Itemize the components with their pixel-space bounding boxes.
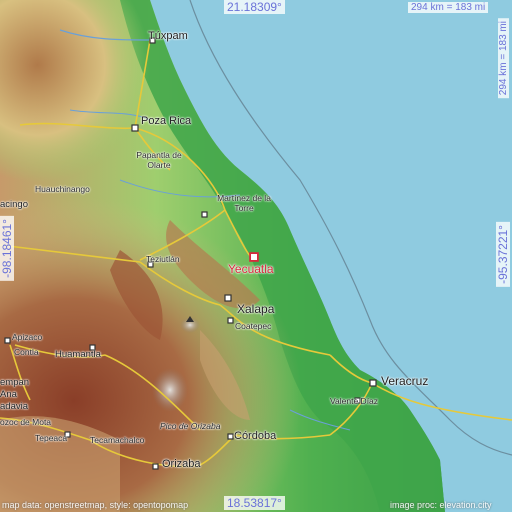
- town-label: Papantla de Olarte: [136, 150, 182, 170]
- town-label: Valente Díaz: [330, 396, 379, 406]
- city-label: Ana: [0, 389, 17, 400]
- city-label: Veracruz: [381, 374, 429, 388]
- town-label: Martínez de la Torre: [217, 193, 271, 213]
- town-label: Coatepec: [235, 321, 272, 331]
- city-label: Orizaba: [162, 458, 201, 470]
- map-view[interactable]: Túxpam Poza Rica Papantla de Olarte Huau…: [0, 0, 512, 512]
- coord-top: 21.18309°: [224, 0, 285, 14]
- attribution-right: image proc: elevation.city: [390, 500, 492, 510]
- city-label: Poza Rica: [141, 115, 192, 127]
- town-label: Contla: [14, 347, 39, 357]
- city-label: Túxpam: [148, 30, 188, 42]
- town-label: Apizaco: [12, 332, 43, 342]
- scale-top: 294 km = 183 mi: [408, 2, 489, 13]
- location-pin[interactable]: [250, 253, 258, 261]
- city-label: empan: [0, 377, 30, 388]
- attribution-left: map data: openstreetmap, style: opentopo…: [2, 500, 189, 510]
- town-label: Huauchinango: [35, 184, 90, 194]
- peak-label: Pico de Orizaba: [160, 421, 221, 431]
- city-label: acingo: [0, 199, 28, 210]
- scale-right: 294 km = 183 mi: [498, 18, 509, 99]
- city-label: adavia: [0, 401, 28, 412]
- coord-bottom: 18.53817°: [224, 496, 285, 510]
- town-label: Tepeaca: [35, 433, 68, 443]
- town-label: Teziutlán: [146, 254, 180, 264]
- city-label: Huamantla: [55, 349, 101, 360]
- highlight-label: Yecuatla: [228, 262, 274, 276]
- town-label: Tecamachalco: [90, 435, 145, 445]
- coord-right: -95.37221°: [496, 222, 510, 287]
- coord-left: -98.18461°: [0, 216, 14, 281]
- city-label: Xalapa: [237, 302, 275, 316]
- city-label: Córdoba: [234, 430, 277, 442]
- town-label: ozoc de Mota: [0, 417, 52, 427]
